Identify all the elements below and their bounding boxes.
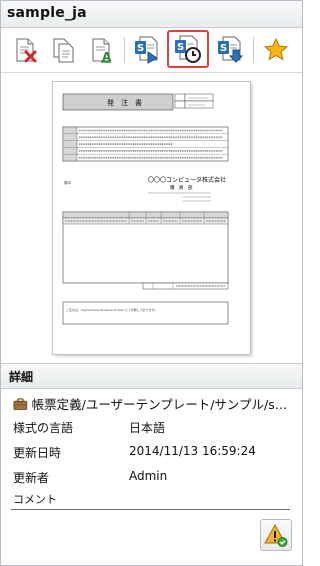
document-preview[interactable]: 発 注 書 御中 〇〇〇コンピュータ株式会社 購 買 部 ご注文は、Sigma … (53, 82, 250, 354)
download-button[interactable]: S (212, 32, 250, 68)
favorite-button[interactable] (257, 32, 295, 68)
toolbar: A S S S (1, 28, 302, 73)
document-delete-icon (16, 38, 37, 63)
designer-open-icon: S (135, 36, 158, 64)
toolbar-separator (253, 37, 254, 63)
updated-at-value: 2014/11/13 16:59:24 (129, 444, 256, 458)
star-icon (263, 37, 289, 61)
history-button[interactable]: S (167, 30, 209, 68)
doc-title: 発 注 書 (107, 98, 142, 107)
company-name: 〇〇〇コンピュータ株式会社 (148, 176, 226, 184)
document-thumbnail: 発 注 書 御中 〇〇〇コンピュータ株式会社 購 買 部 ご注文は、Sigma … (62, 93, 229, 325)
rename-document-button[interactable]: A (83, 32, 121, 68)
open-designer-button[interactable]: S (129, 32, 167, 68)
language-value: 日本語 (129, 421, 166, 435)
svg-text:A: A (102, 50, 112, 63)
updated-by-label: 更新者 (13, 471, 50, 485)
updated-by-value: Admin (129, 469, 168, 483)
svg-text:S: S (177, 42, 184, 53)
svg-text:S: S (220, 43, 227, 54)
details-title: 詳細 (9, 370, 34, 384)
details-header: 詳細 (1, 363, 302, 389)
preview-area: 発 注 書 御中 〇〇〇コンピュータ株式会社 購 買 部 ご注文は、Sigma … (1, 73, 302, 359)
validation-warning-button[interactable] (260, 519, 292, 551)
briefcase-icon (13, 397, 28, 410)
document-copy-icon (53, 38, 74, 63)
delete-document-button[interactable] (7, 32, 45, 68)
template-path-text: 帳票定義/ユーザーテンプレート/サンプル/sampl... (31, 397, 293, 412)
language-label: 様式の言語 (13, 421, 74, 435)
comment-divider (11, 509, 290, 510)
template-path: 帳票定義/ユーザーテンプレート/サンプル/sampl... (13, 394, 293, 413)
copy-document-button[interactable] (45, 32, 83, 68)
panel-title: sample_ja (7, 5, 87, 21)
designer-download-icon: S (218, 36, 244, 63)
document-rename-icon: A (92, 38, 112, 63)
company-dept: 購 買 部 (170, 184, 193, 191)
details-panel: 詳細 帳票定義/ユーザーテンプレート/サンプル/sampl... 様式の言語 日… (1, 363, 302, 565)
warning-check-icon (264, 523, 288, 547)
svg-text:御中: 御中 (64, 180, 71, 185)
designer-history-icon: S (175, 35, 201, 63)
title-bar: sample_ja (1, 1, 302, 28)
comment-label: コメント (13, 493, 57, 506)
footer-note: ご注文は、Sigma Press Personal Printer にて印刷して… (66, 307, 157, 312)
svg-text:S: S (137, 43, 144, 54)
updated-at-label: 更新日時 (13, 446, 62, 460)
template-panel: sample_ja A S S S 発 注 書 御中 〇〇〇コンピュータ株式会社… (0, 0, 303, 566)
toolbar-separator (124, 37, 125, 63)
